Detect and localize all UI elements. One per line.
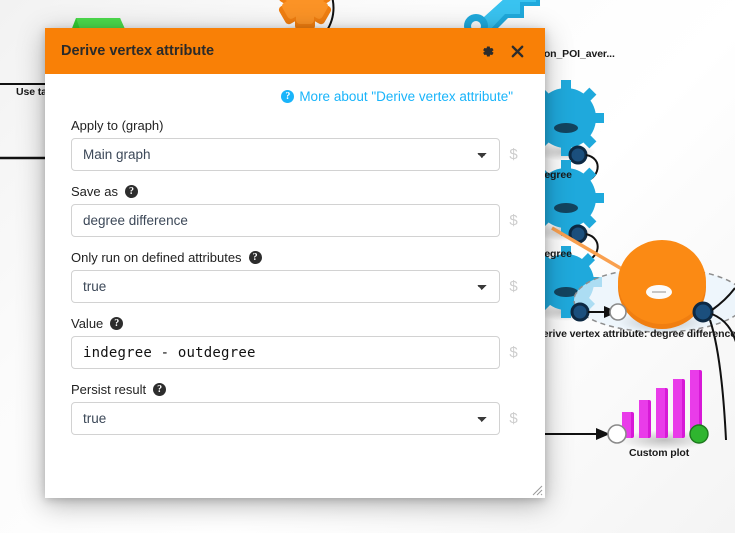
field-label-save-as: Save as ? bbox=[71, 184, 519, 199]
help-icon-persist-result[interactable]: ? bbox=[153, 383, 167, 396]
app-canvas: Use ta lon_POI_aver... degree degree dDe… bbox=[0, 0, 735, 533]
node-port-derive-out bbox=[692, 301, 714, 323]
dialog-header[interactable]: Derive vertex attribute bbox=[45, 28, 545, 74]
field-label-apply-to-graph: Apply to (graph) bbox=[71, 118, 519, 133]
node-derive-vertex-attribute-icon bbox=[618, 240, 706, 334]
node-label-0: Use ta bbox=[16, 86, 47, 98]
label-text: Apply to (graph) bbox=[71, 118, 164, 133]
input-row-value: $ bbox=[71, 336, 519, 369]
label-text: Only run on defined attributes bbox=[71, 250, 242, 265]
help-icon-save-as[interactable]: ? bbox=[124, 185, 138, 198]
node-custom-plot-icon bbox=[620, 370, 709, 450]
parameter-toggle-only-run[interactable]: $ bbox=[508, 278, 519, 295]
field-label-persist-result: Persist result ? bbox=[71, 382, 519, 397]
derive-vertex-attribute-dialog[interactable]: Derive vertex attribute ? More about "De… bbox=[45, 28, 545, 498]
parameter-toggle-persist-result[interactable]: $ bbox=[508, 410, 519, 427]
field-label-value: Value ? bbox=[71, 316, 519, 331]
value-code-input[interactable] bbox=[71, 336, 500, 369]
dialog-resize-handle[interactable] bbox=[529, 482, 543, 496]
more-about-link[interactable]: ? More about "Derive vertex attribute" bbox=[281, 89, 513, 104]
persist-result-select[interactable]: true bbox=[71, 402, 500, 435]
node-label-4: dDerive vertex attribute: degree differe… bbox=[529, 328, 735, 340]
field-label-only-run-on-defined-attributes: Only run on defined attributes ? bbox=[71, 250, 519, 265]
field-only-run-on-defined-attributes: Only run on defined attributes ? true $ bbox=[71, 250, 519, 303]
field-value: Value ? $ bbox=[71, 316, 519, 369]
close-icon[interactable] bbox=[505, 39, 529, 63]
apply-to-graph-select[interactable]: Main graph bbox=[71, 138, 500, 171]
field-apply-to-graph: Apply to (graph) Main graph $ bbox=[71, 118, 519, 171]
node-label-5: Custom plot bbox=[629, 447, 690, 459]
help-icon-only-run-on-defined-attributes[interactable]: ? bbox=[248, 251, 262, 264]
label-text: Persist result bbox=[71, 382, 147, 397]
parameter-toggle-apply-to-graph[interactable]: $ bbox=[508, 146, 519, 163]
input-row-save-as: $ bbox=[71, 204, 519, 237]
parameter-toggle-value[interactable]: $ bbox=[508, 344, 519, 361]
node-label-1: lon_POI_aver... bbox=[541, 48, 615, 60]
dialog-body: ? More about "Derive vertex attribute" A… bbox=[45, 74, 545, 498]
node-port-derive-in bbox=[570, 302, 590, 322]
more-about-label: More about "Derive vertex attribute" bbox=[299, 89, 513, 104]
dialog-title: Derive vertex attribute bbox=[61, 43, 215, 59]
save-as-input[interactable] bbox=[71, 204, 500, 237]
field-persist-result: Persist result ? true $ bbox=[71, 382, 519, 435]
node-port-indegree bbox=[568, 145, 588, 165]
gear-icon[interactable] bbox=[475, 39, 499, 63]
parameter-toggle-save-as[interactable]: $ bbox=[508, 212, 519, 229]
input-row-apply-to-graph: Main graph $ bbox=[71, 138, 519, 171]
help-icon-value[interactable]: ? bbox=[110, 317, 124, 330]
only-run-on-defined-attributes-select[interactable]: true bbox=[71, 270, 500, 303]
input-row-persist-result: true $ bbox=[71, 402, 519, 435]
field-save-as: Save as ? $ bbox=[71, 184, 519, 237]
question-circle-icon: ? bbox=[281, 90, 295, 103]
input-row-only-run-on-defined-attributes: true $ bbox=[71, 270, 519, 303]
label-text: Save as bbox=[71, 184, 118, 199]
more-about-row: ? More about "Derive vertex attribute" bbox=[71, 86, 519, 104]
label-text: Value bbox=[71, 316, 104, 331]
